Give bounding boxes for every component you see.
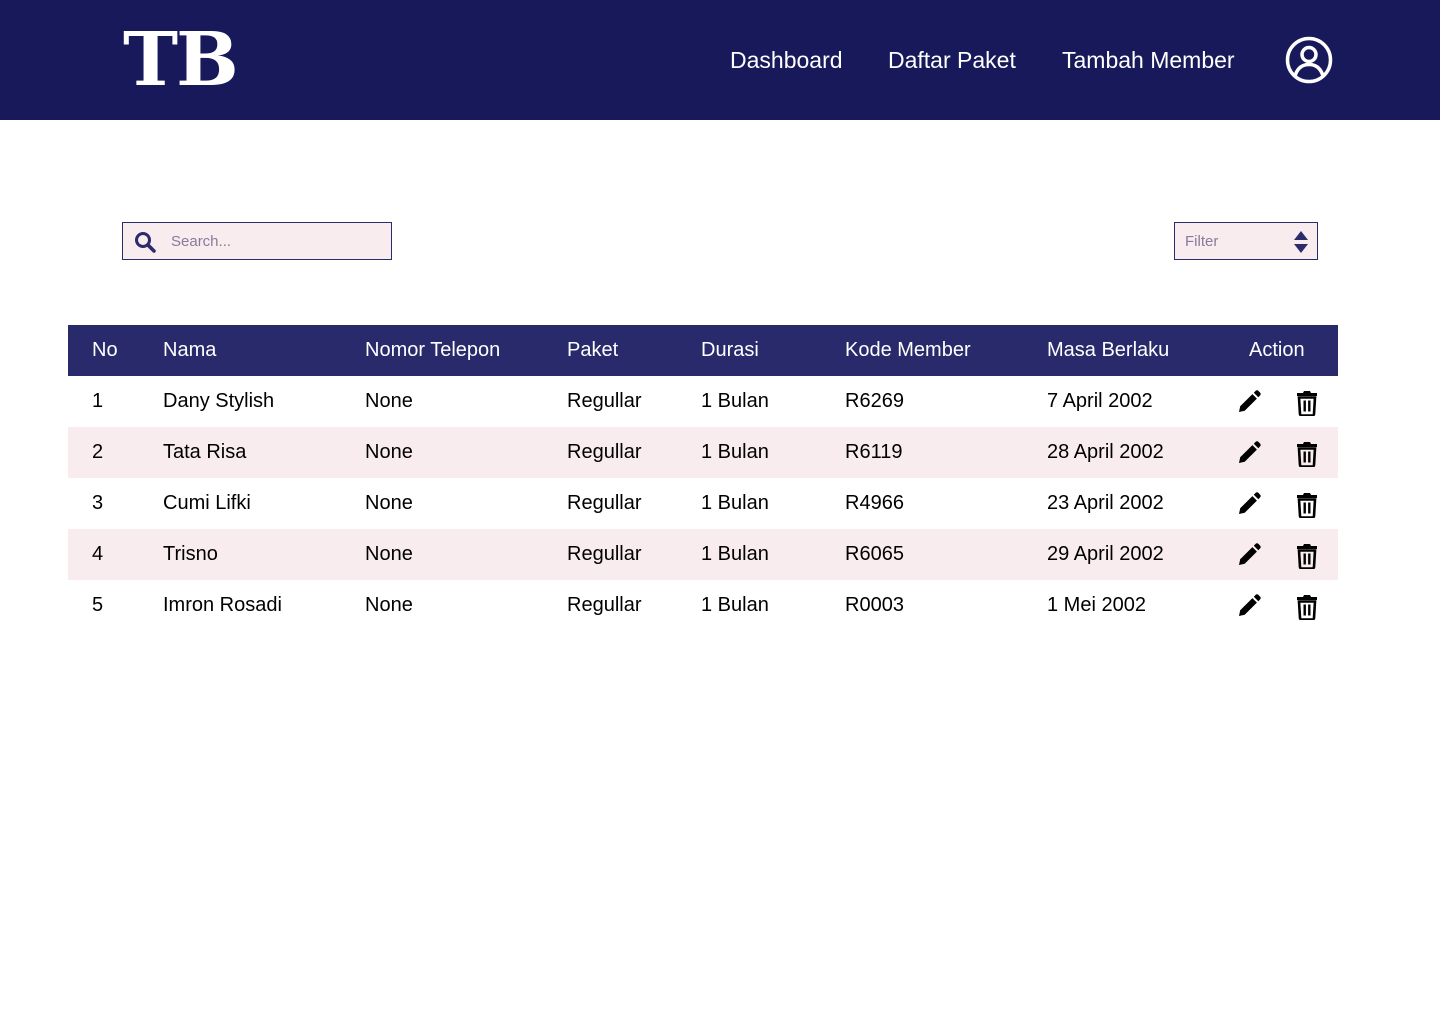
- header-action: Action: [1249, 339, 1305, 361]
- header-nomor-telepon[interactable]: Nomor Telepon: [365, 325, 500, 376]
- table-row: 2 Tata Risa None Regullar 1 Bulan R6119 …: [68, 427, 1338, 478]
- trash-icon[interactable]: [1296, 492, 1318, 518]
- cell-nama: Trisno: [163, 543, 218, 565]
- member-table: No Nama Nomor Telepon Paket Durasi Kode …: [68, 325, 1338, 631]
- cell-paket: Regullar: [567, 594, 642, 616]
- cell-masa: 28 April 2002: [1047, 441, 1164, 463]
- cell-telepon: None: [365, 543, 413, 565]
- filter-label: Filter: [1185, 233, 1219, 250]
- brand-logo[interactable]: TB: [123, 22, 239, 98]
- cell-nama: Cumi Lifki: [163, 492, 251, 514]
- cell-durasi: 1 Bulan: [701, 594, 769, 616]
- cell-kode: R0003: [845, 594, 904, 616]
- cell-no: 1: [92, 390, 104, 412]
- cell-masa: 7 April 2002: [1047, 390, 1153, 412]
- user-circle-icon[interactable]: [1285, 36, 1333, 84]
- cell-nama: Tata Risa: [163, 441, 247, 463]
- cell-paket: Regullar: [567, 492, 642, 514]
- cell-masa: 1 Mei 2002: [1047, 594, 1146, 616]
- header-masa-berlaku[interactable]: Masa Berlaku: [1047, 325, 1169, 376]
- filter-select[interactable]: Filter: [1174, 222, 1318, 260]
- trash-icon[interactable]: [1296, 390, 1318, 416]
- navbar: TB Dashboard Daftar Paket Tambah Member: [0, 0, 1440, 120]
- pencil-icon[interactable]: [1237, 492, 1261, 516]
- header-paket[interactable]: Paket: [567, 325, 618, 376]
- cell-durasi: 1 Bulan: [701, 441, 769, 463]
- search-icon: [135, 232, 156, 253]
- cell-no: 5: [92, 594, 104, 616]
- cell-telepon: None: [365, 492, 413, 514]
- pencil-icon[interactable]: [1237, 543, 1261, 567]
- cell-paket: Regullar: [567, 441, 642, 463]
- cell-kode: R4966: [845, 492, 904, 514]
- cell-telepon: None: [365, 441, 413, 463]
- sort-icon: [1294, 231, 1308, 253]
- cell-nama: Imron Rosadi: [163, 594, 282, 616]
- search-box: [122, 222, 392, 260]
- header-no[interactable]: No: [92, 325, 118, 376]
- pencil-icon[interactable]: [1237, 441, 1261, 465]
- cell-kode: R6065: [845, 543, 904, 565]
- cell-paket: Regullar: [567, 390, 642, 412]
- cell-nama: Dany Stylish: [163, 390, 275, 412]
- cell-durasi: 1 Bulan: [701, 390, 769, 412]
- trash-icon[interactable]: [1296, 441, 1318, 467]
- pencil-icon[interactable]: [1237, 390, 1261, 414]
- cell-kode: R6269: [845, 390, 904, 412]
- nav-link-tambah-member[interactable]: Tambah Member: [1062, 44, 1235, 76]
- cell-masa: 23 April 2002: [1047, 492, 1164, 514]
- pencil-icon[interactable]: [1237, 594, 1261, 618]
- cell-telepon: None: [365, 390, 413, 412]
- trash-icon[interactable]: [1296, 594, 1318, 620]
- cell-durasi: 1 Bulan: [701, 543, 769, 565]
- table-header: No Nama Nomor Telepon Paket Durasi Kode …: [68, 325, 1338, 376]
- table-row: 3 Cumi Lifki None Regullar 1 Bulan R4966…: [68, 478, 1338, 529]
- cell-telepon: None: [365, 594, 413, 616]
- header-durasi[interactable]: Durasi: [701, 325, 759, 376]
- cell-no: 2: [92, 441, 104, 463]
- cell-paket: Regullar: [567, 543, 642, 565]
- cell-kode: R6119: [845, 441, 903, 463]
- nav-link-daftar-paket[interactable]: Daftar Paket: [888, 44, 1016, 76]
- table-row: 4 Trisno None Regullar 1 Bulan R6065 29 …: [68, 529, 1338, 580]
- header-kode-member[interactable]: Kode Member: [845, 325, 971, 376]
- header-nama[interactable]: Nama: [163, 325, 216, 376]
- nav-link-dashboard[interactable]: Dashboard: [730, 44, 843, 76]
- cell-durasi: 1 Bulan: [701, 492, 769, 514]
- cell-masa: 29 April 2002: [1047, 543, 1164, 565]
- cell-no: 3: [92, 492, 104, 514]
- search-input[interactable]: [171, 223, 381, 259]
- table-row: 1 Dany Stylish None Regullar 1 Bulan R62…: [68, 376, 1338, 427]
- cell-no: 4: [92, 543, 104, 565]
- trash-icon[interactable]: [1296, 543, 1318, 569]
- table-row: 5 Imron Rosadi None Regullar 1 Bulan R00…: [68, 580, 1338, 631]
